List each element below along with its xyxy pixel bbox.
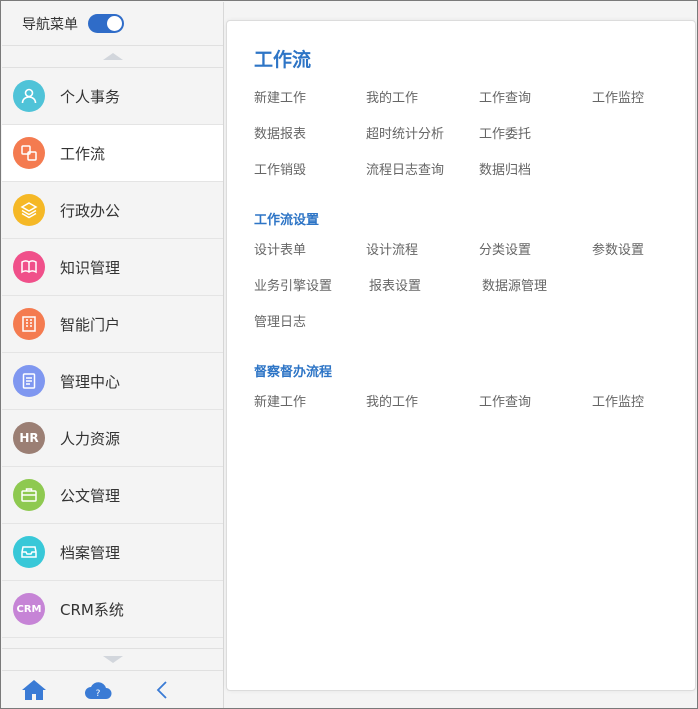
sidebar-item-hr[interactable]: HR 人力资源: [2, 410, 223, 467]
layers-icon: [13, 194, 45, 226]
link-management-log[interactable]: 管理日志: [254, 314, 366, 331]
sidebar-item-workflow[interactable]: 工作流: [2, 125, 223, 182]
toggle-knob: [107, 16, 122, 31]
sidebar-item-label: 人力资源: [60, 429, 121, 448]
link-data-report[interactable]: 数据报表: [254, 126, 366, 143]
sidebar-item-label: 行政办公: [60, 201, 121, 220]
svg-text:?: ?: [96, 689, 101, 699]
link-work-monitor[interactable]: 工作监控: [592, 90, 692, 107]
link-work-destroy[interactable]: 工作销毁: [254, 162, 366, 179]
link-my-work[interactable]: 我的工作: [366, 90, 479, 107]
link-engine-settings[interactable]: 业务引擎设置: [254, 278, 366, 295]
app-frame: 导航菜单 个人事务 工作流 行政办公 知识管理 智能门户 管理中心 HR 人力资…: [0, 0, 698, 709]
triangle-up-icon: [102, 53, 123, 60]
link-timeout-stats[interactable]: 超时统计分析: [366, 126, 479, 143]
link-work-query-supervision[interactable]: 工作查询: [479, 394, 592, 411]
sidebar-item-personal-affairs[interactable]: 个人事务: [2, 68, 223, 125]
scroll-up-button[interactable]: [2, 46, 223, 68]
sidebar-item-crm[interactable]: CRM CRM系统: [2, 581, 223, 638]
link-flow-log-query[interactable]: 流程日志查询: [366, 162, 479, 179]
supervision-flow-links: 新建工作 我的工作 工作查询 工作监控: [254, 394, 695, 411]
sidebar-item-label: 知识管理: [60, 258, 121, 277]
user-icon: [13, 80, 45, 112]
book-icon: [13, 251, 45, 283]
section-title-supervision-flow: 督察督办流程: [254, 365, 333, 380]
collapse-left-icon: [156, 680, 167, 699]
hr-icon: HR: [13, 422, 45, 454]
workflow-panel: 工作流 新建工作 我的工作 工作查询 工作监控 数据报表 超时统计分析 工作委托…: [226, 20, 696, 691]
link-work-delegate[interactable]: 工作委托: [479, 126, 592, 143]
link-work-monitor-supervision[interactable]: 工作监控: [592, 394, 692, 411]
link-category-settings[interactable]: 分类设置: [479, 242, 592, 259]
crm-icon: CRM: [13, 593, 45, 625]
sidebar-item-admin-office[interactable]: 行政办公: [2, 182, 223, 239]
link-report-settings[interactable]: 报表设置: [366, 278, 479, 295]
building-icon: [13, 308, 45, 340]
sidebar-item-portal[interactable]: 智能门户: [2, 296, 223, 353]
cloud-help-icon: ?: [85, 681, 112, 699]
sidebar-item-label: 公文管理: [60, 486, 121, 505]
sidebar-item-label: 工作流: [60, 144, 106, 163]
sidebar-menu: 个人事务 工作流 行政办公 知识管理 智能门户 管理中心 HR 人力资源 公文管…: [2, 68, 223, 638]
collapse-button[interactable]: [130, 680, 194, 700]
document-icon: [13, 365, 45, 397]
home-button[interactable]: [2, 679, 66, 701]
sidebar-item-label: CRM系统: [60, 600, 124, 619]
sidebar-item-archive[interactable]: 档案管理: [2, 524, 223, 581]
link-my-work-supervision[interactable]: 我的工作: [366, 394, 479, 411]
sidebar-item-label: 智能门户: [60, 315, 121, 334]
home-icon: [22, 679, 46, 700]
sidebar-item-documents[interactable]: 公文管理: [2, 467, 223, 524]
workflow-links: 新建工作 我的工作 工作查询 工作监控 数据报表 超时统计分析 工作委托 工作销…: [254, 90, 695, 179]
workflow-icon: [13, 137, 45, 169]
section-title-workflow-settings: 工作流设置: [254, 213, 320, 228]
sidebar-bottom-bar: ?: [2, 670, 223, 708]
briefcase-icon: [13, 479, 45, 511]
link-work-query[interactable]: 工作查询: [479, 90, 592, 107]
workflow-settings-links: 设计表单 设计流程 分类设置 参数设置 业务引擎设置 报表设置 数据源管理 管理…: [254, 242, 695, 331]
triangle-down-icon: [102, 656, 123, 663]
sidebar-item-label: 档案管理: [60, 543, 121, 562]
sidebar-item-admin-center[interactable]: 管理中心: [2, 353, 223, 410]
link-datasource-management[interactable]: 数据源管理: [479, 278, 592, 295]
cloud-help-button[interactable]: ?: [66, 680, 130, 700]
link-data-archive[interactable]: 数据归档: [479, 162, 592, 179]
page-title: 工作流: [254, 49, 312, 71]
sidebar: 导航菜单 个人事务 工作流 行政办公 知识管理 智能门户 管理中心 HR 人力资…: [2, 2, 224, 708]
sidebar-item-label: 个人事务: [60, 87, 121, 106]
link-new-work-supervision[interactable]: 新建工作: [254, 394, 366, 411]
sidebar-item-label: 管理中心: [60, 372, 121, 391]
nav-menu-title: 导航菜单: [22, 16, 78, 33]
link-design-flow[interactable]: 设计流程: [366, 242, 479, 259]
link-new-work[interactable]: 新建工作: [254, 90, 366, 107]
scroll-down-button[interactable]: [2, 648, 223, 670]
archive-icon: [13, 536, 45, 568]
nav-menu-toggle[interactable]: [88, 14, 124, 33]
link-param-settings[interactable]: 参数设置: [592, 242, 692, 259]
sidebar-item-knowledge[interactable]: 知识管理: [2, 239, 223, 296]
link-design-form[interactable]: 设计表单: [254, 242, 366, 259]
nav-header: 导航菜单: [2, 2, 223, 46]
